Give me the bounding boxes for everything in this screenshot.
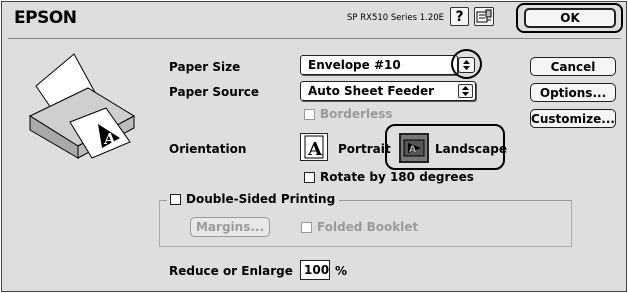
paper-source-dropdown-arrow[interactable] — [458, 84, 473, 98]
customize-button[interactable]: Customize... — [530, 109, 616, 128]
options-button[interactable]: Options... — [530, 83, 616, 102]
folded-booklet-checkbox[interactable] — [301, 222, 312, 233]
paper-source-select[interactable]: Auto Sheet Feeder — [300, 81, 476, 101]
driver-version: SP RX510 Series 1.20E — [347, 13, 445, 23]
chevron-up-down-icon — [462, 86, 469, 96]
page-setup-dialog: EPSON SP RX510 Series 1.20E ? OK A Paper… — [1, 1, 627, 292]
paper-size-dropdown-arrow[interactable] — [458, 57, 475, 73]
rotate-180-checkbox[interactable] — [304, 172, 315, 183]
scale-value: 100 — [304, 263, 330, 277]
double-sided-checkbox[interactable] — [170, 193, 181, 205]
scale-input[interactable]: 100 — [300, 260, 330, 280]
svg-text:A: A — [103, 130, 116, 148]
brand-logo: EPSON — [14, 8, 77, 28]
portrait-orientation-button[interactable]: A — [300, 133, 328, 161]
printer-illustration-icon: A — [28, 53, 136, 159]
help-icon: ? — [455, 8, 464, 25]
chevron-up-down-icon — [463, 60, 470, 70]
svg-text:A: A — [409, 145, 416, 155]
double-sided-header: Double-Sided Printing — [167, 191, 340, 207]
paper-size-label: Paper Size — [169, 60, 241, 74]
paper-size-select[interactable]: Envelope #10 — [300, 55, 458, 75]
paper-size-value: Envelope #10 — [308, 58, 401, 72]
orientation-label: Orientation — [169, 142, 247, 156]
double-sided-label[interactable]: Double-Sided Printing — [186, 192, 335, 206]
help-button[interactable]: ? — [450, 7, 469, 26]
paper-source-value: Auto Sheet Feeder — [308, 84, 434, 98]
landscape-orientation-icon: A — [403, 139, 425, 157]
borderless-label: Borderless — [320, 107, 393, 121]
rotate-180-label[interactable]: Rotate by 180 degrees — [320, 170, 474, 184]
portrait-label[interactable]: Portrait — [338, 142, 391, 156]
landscape-orientation-button[interactable]: A — [399, 133, 429, 163]
printer-settings-button[interactable] — [474, 7, 494, 26]
header-divider — [8, 38, 621, 39]
svg-text:A: A — [307, 139, 323, 160]
folded-booklet-label: Folded Booklet — [317, 220, 419, 234]
ok-button[interactable]: OK — [524, 8, 616, 28]
portrait-orientation-icon: A — [304, 135, 324, 160]
reduce-enlarge-label: Reduce or Enlarge — [169, 264, 293, 278]
printer-settings-icon — [476, 9, 492, 23]
cancel-button[interactable]: Cancel — [530, 57, 616, 76]
landscape-label[interactable]: Landscape — [435, 142, 507, 156]
borderless-checkbox[interactable] — [304, 109, 315, 120]
margins-button[interactable]: Margins... — [190, 217, 270, 237]
scale-unit: % — [335, 264, 348, 278]
paper-source-label: Paper Source — [169, 85, 259, 99]
